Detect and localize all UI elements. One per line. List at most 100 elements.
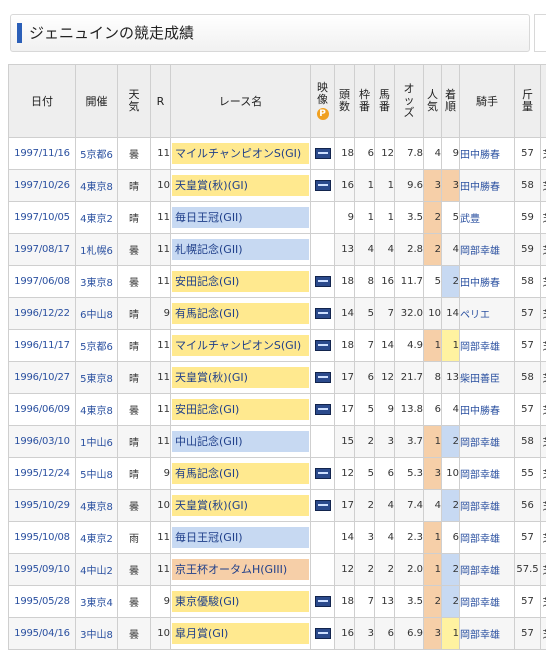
video-icon[interactable]: [315, 308, 331, 319]
race-date-link[interactable]: 1996/03/10: [9, 426, 76, 458]
course-link[interactable]: 5京都6: [76, 138, 118, 170]
col-jockey-header: 騎手: [460, 65, 515, 138]
runners-cell: 17: [335, 394, 355, 426]
race-date-link[interactable]: 1997/11/16: [9, 138, 76, 170]
course-link[interactable]: 3東京8: [76, 266, 118, 298]
finish-cell: 10: [442, 458, 460, 490]
jockey-link[interactable]: 岡部幸雄: [460, 554, 515, 586]
course-link[interactable]: 4中山2: [76, 554, 118, 586]
video-icon[interactable]: [315, 404, 331, 415]
race-name-link[interactable]: 天皇賞(秋)(GI): [172, 175, 309, 196]
race-date-link[interactable]: 1995/10/29: [9, 490, 76, 522]
course-link[interactable]: 5東京8: [76, 362, 118, 394]
col-date-header[interactable]: 日付: [9, 65, 76, 138]
race-name-link[interactable]: 天皇賞(秋)(GI): [172, 495, 309, 516]
jockey-link[interactable]: 岡部幸雄: [460, 522, 515, 554]
race-date-link[interactable]: 1995/05/28: [9, 586, 76, 618]
gate-cell: 7: [355, 586, 375, 618]
odds-cell: 13.8: [395, 394, 424, 426]
race-date-link[interactable]: 1995/04/16: [9, 618, 76, 650]
jockey-link[interactable]: 岡部幸雄: [460, 234, 515, 266]
video-icon[interactable]: [315, 628, 331, 639]
race-date-link[interactable]: 1996/10/27: [9, 362, 76, 394]
video-icon[interactable]: [315, 596, 331, 607]
course-link[interactable]: 4東京2: [76, 202, 118, 234]
course-link[interactable]: 6中山8: [76, 298, 118, 330]
race-name-link[interactable]: 札幌記念(GII): [172, 239, 309, 260]
race-date-link[interactable]: 1996/12/22: [9, 298, 76, 330]
finish-cell: 3: [442, 170, 460, 202]
race-date-link[interactable]: 1996/06/09: [9, 394, 76, 426]
col-weather-label: 天気: [129, 89, 140, 113]
jockey-link[interactable]: 岡部幸雄: [460, 426, 515, 458]
race-name-cell: 天皇賞(秋)(GI): [171, 362, 311, 394]
race-date-link[interactable]: 1995/12/24: [9, 458, 76, 490]
jockey-link[interactable]: 田中勝春: [460, 394, 515, 426]
race-date-link[interactable]: 1997/08/17: [9, 234, 76, 266]
jockey-link[interactable]: 岡部幸雄: [460, 490, 515, 522]
course-link[interactable]: 4東京8: [76, 490, 118, 522]
table-row: 1996/10/275東京8晴11天皇賞(秋)(GI)1761221.7813柴…: [9, 362, 546, 394]
race-name-link[interactable]: マイルチャンピオンS(GI): [172, 143, 309, 164]
course-link[interactable]: 3中山8: [76, 618, 118, 650]
jockey-link[interactable]: 岡部幸雄: [460, 586, 515, 618]
video-icon[interactable]: [315, 468, 331, 479]
video-icon[interactable]: [315, 148, 331, 159]
course-link[interactable]: 5京都6: [76, 330, 118, 362]
race-name-link[interactable]: 京王杯オータムH(GIII): [172, 559, 309, 580]
course-link[interactable]: 4東京8: [76, 394, 118, 426]
race-name-link[interactable]: 有馬記念(GI): [172, 303, 309, 324]
jockey-link[interactable]: 岡部幸雄: [460, 330, 515, 362]
weight-cell: 58: [515, 266, 541, 298]
surface-cell: 芝: [541, 202, 546, 234]
race-name-link[interactable]: 東京優駿(GI): [172, 591, 309, 612]
video-icon[interactable]: [315, 180, 331, 191]
video-icon[interactable]: [315, 340, 331, 351]
col-runners-header: 頭数: [335, 65, 355, 138]
weather-cell: 晴: [118, 330, 151, 362]
jockey-link[interactable]: 田中勝春: [460, 266, 515, 298]
race-date-link[interactable]: 1997/10/05: [9, 202, 76, 234]
jockey-link[interactable]: 武豊: [460, 202, 515, 234]
col-course-header[interactable]: 開催: [76, 65, 118, 138]
col-popularity-label: 人気: [427, 89, 438, 113]
video-icon[interactable]: [315, 500, 331, 511]
race-name-link[interactable]: 毎日王冠(GII): [172, 527, 309, 548]
jockey-link[interactable]: 田中勝春: [460, 170, 515, 202]
course-link[interactable]: 3東京4: [76, 586, 118, 618]
course-link[interactable]: 4東京8: [76, 170, 118, 202]
race-date-link[interactable]: 1997/06/08: [9, 266, 76, 298]
race-date-link[interactable]: 1995/09/10: [9, 554, 76, 586]
jockey-link[interactable]: 田中勝春: [460, 138, 515, 170]
video-icon[interactable]: [315, 276, 331, 287]
race-name-link[interactable]: 中山記念(GII): [172, 431, 309, 452]
race-date-link[interactable]: 1995/10/08: [9, 522, 76, 554]
race-date-link[interactable]: 1996/11/17: [9, 330, 76, 362]
course-link[interactable]: 1札幌6: [76, 234, 118, 266]
surface-cell: 芝: [541, 426, 546, 458]
race-name-link[interactable]: マイルチャンピオンS(GI): [172, 335, 309, 356]
horse-number-cell: 2: [375, 554, 395, 586]
race-name-link[interactable]: 安田記念(GI): [172, 399, 309, 420]
jockey-link[interactable]: ペリエ: [460, 298, 515, 330]
race-name-link[interactable]: 天皇賞(秋)(GI): [172, 367, 309, 388]
race-number-cell: 11: [151, 234, 171, 266]
col-extra-header: [541, 65, 546, 138]
finish-cell: 4: [442, 394, 460, 426]
race-name-link[interactable]: 皐月賞(GI): [172, 623, 309, 644]
race-name-link[interactable]: 毎日王冠(GII): [172, 207, 309, 228]
course-link[interactable]: 1中山6: [76, 426, 118, 458]
popularity-cell: 5: [424, 266, 442, 298]
jockey-link[interactable]: 岡部幸雄: [460, 618, 515, 650]
jockey-link[interactable]: 岡部幸雄: [460, 458, 515, 490]
jockey-link[interactable]: 柴田善臣: [460, 362, 515, 394]
odds-cell: 7.8: [395, 138, 424, 170]
course-link[interactable]: 4東京2: [76, 522, 118, 554]
race-number-cell: 11: [151, 138, 171, 170]
race-name-link[interactable]: 有馬記念(GI): [172, 463, 309, 484]
race-date-link[interactable]: 1997/10/26: [9, 170, 76, 202]
odds-cell: 5.3: [395, 458, 424, 490]
race-name-link[interactable]: 安田記念(GI): [172, 271, 309, 292]
course-link[interactable]: 5中山8: [76, 458, 118, 490]
video-icon[interactable]: [315, 372, 331, 383]
